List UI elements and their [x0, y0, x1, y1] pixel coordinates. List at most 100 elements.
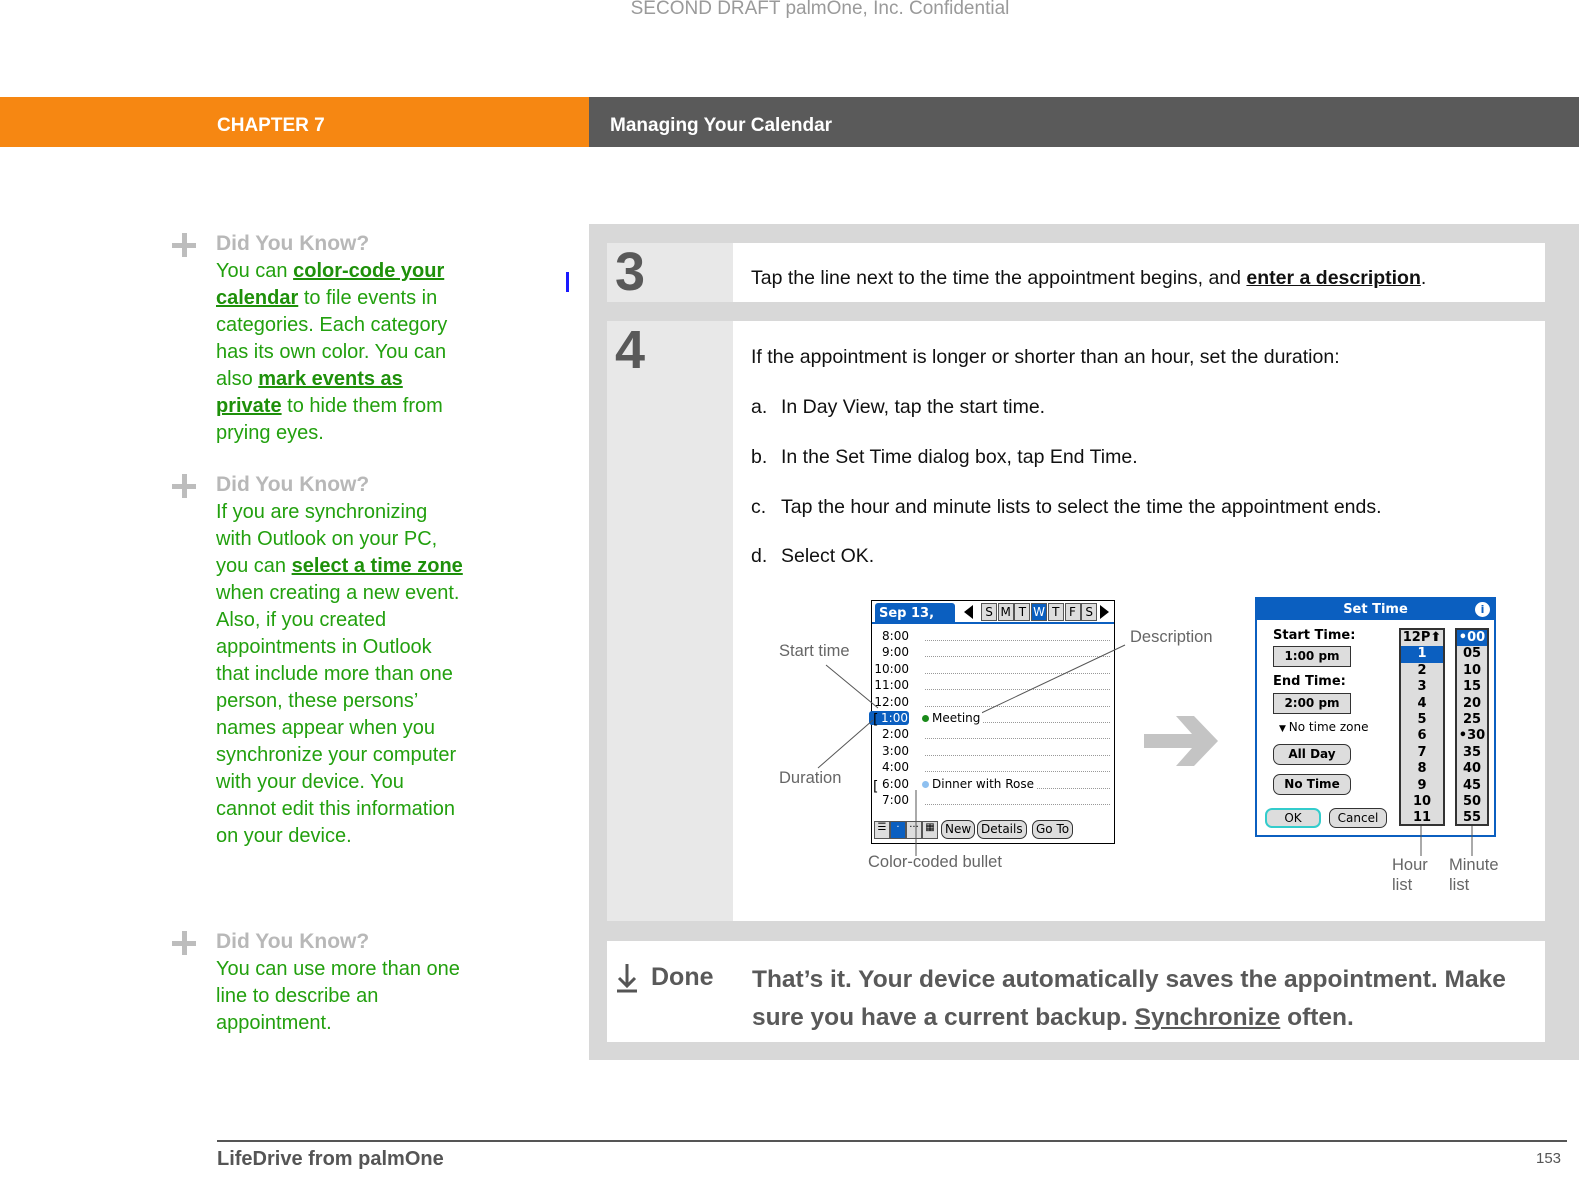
day-button: T [1014, 603, 1031, 621]
dotted-line [925, 689, 1110, 691]
minute-item: 15 [1462, 679, 1482, 695]
tip-text: You can use more than one line to descri… [216, 958, 460, 1034]
dotted-line [925, 640, 1110, 641]
arrow-right-icon [1144, 716, 1218, 766]
time-zone-link[interactable]: select a time zone [292, 555, 463, 577]
substep: d. Select OK. [751, 545, 874, 568]
agenda-view-icon: ☰ [874, 821, 890, 839]
day-view-icon: · [890, 821, 906, 839]
watermark: SECOND DRAFT palmOne, Inc. Confidential [630, 0, 1010, 19]
bullet-icon [922, 780, 929, 788]
minute-item: •00 [1457, 630, 1487, 647]
text: . [1420, 267, 1427, 289]
date-tab: Sep 13, 06 [875, 603, 955, 636]
event-text: Dinner with Rose [932, 776, 1034, 791]
duration-bracket: [ [873, 712, 879, 728]
no-time-button: No Time [1273, 774, 1351, 795]
hour-item: 5 [1417, 711, 1427, 727]
minute-item: •30 [1458, 728, 1486, 744]
step-number-3: 3 [607, 243, 733, 302]
day-button: W [1031, 603, 1048, 621]
tip-heading: Did You Know? [216, 232, 370, 255]
tip-1: Did You Know? You can color-code your ca… [172, 230, 472, 447]
hour-item: 6 [1417, 728, 1427, 744]
text: That’s it. Your device automatically sav… [752, 966, 1506, 1031]
dropdown-icon: ▼ [1279, 724, 1289, 734]
done-text: That’s it. Your device automatically sav… [752, 961, 1542, 1037]
substep: c. Tap the hour and minute lists to selec… [751, 496, 1382, 519]
time-label: 4:00 [882, 760, 909, 775]
text: often. [1280, 1004, 1354, 1031]
plus-icon [172, 931, 196, 955]
tip-heading: Did You Know? [216, 473, 370, 496]
event: Dinner with Rose [922, 776, 1036, 791]
time-row: 11:00 [872, 678, 1114, 694]
time-label: 2:00 [882, 727, 909, 742]
callout-start-time: Start time [779, 642, 850, 660]
day-button: T [1047, 603, 1064, 621]
details-button: Details [977, 820, 1027, 839]
hour-item: 12P⬆ [1402, 630, 1442, 645]
cancel-button: Cancel [1329, 808, 1387, 828]
set-time-screenshot: Set Time i Start Time: 1:00 pm End Time:… [1255, 597, 1496, 837]
ok-button: OK [1265, 808, 1321, 828]
minute-item: 35 [1462, 744, 1482, 760]
minute-list: •00 05 10 15 20 25 •30 35 40 45 50 55 [1455, 628, 1489, 826]
hour-list: 12P⬆ 1 2 3 4 5 6 7 8 9 10 11 [1399, 628, 1445, 826]
callout-minute-list: Minute list [1449, 856, 1499, 894]
dotted-line [925, 771, 1110, 773]
day-button: S [1081, 603, 1098, 621]
substep: b. In the Set Time dialog box, tap End Ti… [751, 446, 1138, 469]
dotted-line [925, 672, 1110, 674]
new-button: New [941, 820, 976, 839]
bullet-icon [922, 715, 929, 722]
page-number: 153 [1536, 1150, 1562, 1167]
text: You can [216, 260, 294, 282]
minute-item: 50 [1462, 793, 1482, 809]
tip-2: Did You Know? If you are synchronizing w… [172, 471, 472, 850]
minute-item: 25 [1462, 711, 1482, 727]
hour-item: 4 [1417, 695, 1427, 711]
time-row: 12:00 [872, 695, 1114, 711]
callout-description: Description [1130, 628, 1213, 646]
day-view-screenshot: Sep 13, 06 SMTWTFS 8:00 9:00 10:00 11:00 12:… [869, 600, 1115, 844]
hour-item: 9 [1417, 777, 1427, 793]
dotted-line [925, 804, 1110, 805]
letter: a. [751, 396, 768, 418]
dotted-line [925, 656, 1110, 658]
all-day-button: All Day [1273, 744, 1351, 765]
time-row: 6:00 Dinner with Rose [872, 776, 1114, 793]
time-label: 3:00 [882, 743, 909, 758]
text: In the Set Time dialog box, tap End Time… [781, 446, 1138, 468]
callout-duration: Duration [779, 769, 842, 787]
letter: b. [751, 446, 768, 468]
hour-item: 7 [1417, 744, 1427, 760]
step-number-4: 4 [607, 321, 733, 921]
minute-item: 10 [1462, 662, 1482, 678]
letter: d. [751, 545, 768, 567]
day-button: S [981, 603, 997, 621]
footer-rule [217, 1140, 1567, 1142]
letter: c. [751, 496, 767, 518]
time-row: 7:00 [872, 793, 1114, 809]
plus-icon [172, 474, 196, 498]
tip-text: You can color-code your calendar to file… [216, 258, 466, 447]
minute-item: 55 [1462, 810, 1482, 826]
minute-item: 45 [1462, 777, 1482, 793]
hour-item: 10 [1412, 793, 1432, 809]
event-text: Meeting [932, 711, 981, 725]
synchronize-link[interactable]: Synchronize [1135, 1004, 1281, 1031]
go-to-button: Go To [1032, 820, 1074, 839]
minute-item: 05 [1462, 646, 1482, 662]
enter-description-link[interactable]: enter a description [1246, 267, 1420, 289]
day-button: F [1064, 603, 1081, 621]
dialog-title: Set Time [1257, 599, 1494, 620]
info-icon: i [1475, 602, 1490, 617]
chapter-title: Managing Your Calendar [610, 115, 833, 136]
substep: a. In Day View, tap the start time. [751, 396, 1045, 419]
time-label: 9:00 [882, 645, 909, 660]
time-row: 8:00 [872, 629, 1114, 645]
dotted-line [925, 705, 1110, 707]
week-view-icon: ··· [906, 821, 922, 839]
chapter-label: CHAPTER 7 [217, 115, 325, 136]
